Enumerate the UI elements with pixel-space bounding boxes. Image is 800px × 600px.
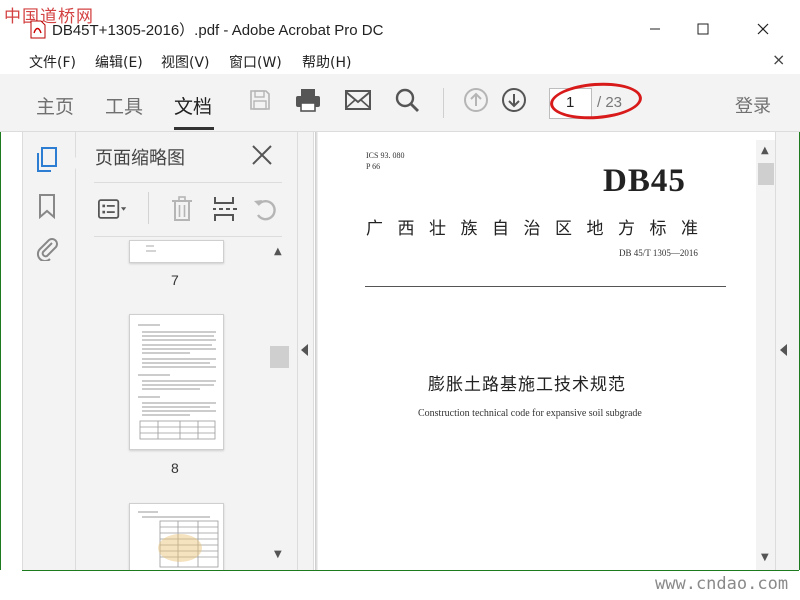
tab-document[interactable]: 文档 [174, 92, 212, 119]
pdf-file-icon [30, 20, 46, 39]
tab-home[interactable]: 主页 [36, 92, 74, 119]
panel-scrollbar[interactable] [270, 240, 289, 570]
doc-title-english: Construction technical code for expansiv… [418, 408, 642, 419]
doc-rule [365, 286, 726, 287]
panel-title: 页面缩略图 [95, 148, 185, 169]
tab-tools[interactable]: 工具 [105, 92, 143, 119]
login-button[interactable]: 登录 [735, 92, 771, 118]
scroll-up-icon[interactable]: ▲ [274, 246, 282, 257]
delete-page-icon[interactable] [167, 194, 197, 224]
toolbar-separator [443, 88, 444, 118]
doc-p-code: P 66 [366, 162, 381, 171]
bottom-border [22, 570, 799, 571]
collapse-left-icon[interactable] [301, 344, 308, 356]
thumbnail-options-icon[interactable] [98, 194, 128, 224]
email-icon[interactable] [344, 86, 372, 114]
window-title: DB45T+1305-2016）.pdf - Adobe Acrobat Pro… [52, 22, 384, 39]
attachment-icon[interactable] [33, 234, 61, 262]
search-icon[interactable] [393, 86, 421, 114]
close-window-button[interactable] [740, 14, 786, 44]
panel-toolbar-separator [148, 192, 149, 224]
split-page-icon[interactable] [210, 194, 240, 224]
doc-scroll-up-icon[interactable]: ▲ [761, 145, 769, 156]
panel-divider [94, 182, 282, 183]
rotate-page-icon[interactable] [250, 194, 280, 224]
document-page[interactable] [314, 132, 756, 570]
next-page-icon[interactable] [500, 86, 528, 114]
doc-title-chinese: 膨胀土路基施工技术规范 [428, 375, 626, 395]
bookmark-icon[interactable] [33, 192, 61, 220]
expand-right-icon[interactable] [780, 344, 787, 356]
maximize-button[interactable] [680, 14, 726, 44]
page-thumbnails-icon[interactable] [33, 146, 61, 174]
thumbnail-label: 8 [171, 460, 179, 476]
scroll-down-icon[interactable]: ▼ [274, 549, 282, 560]
thumbnail-page[interactable] [129, 240, 224, 263]
page-edge [315, 132, 318, 570]
save-icon[interactable] [246, 86, 274, 114]
previous-page-icon[interactable] [462, 86, 490, 114]
doc-standard-code: DB45 [603, 163, 686, 199]
doc-scroll-down-icon[interactable]: ▼ [761, 552, 769, 563]
active-tab-indicator [174, 127, 214, 130]
document-scrollbar[interactable] [756, 140, 775, 570]
thumbnail-label: 7 [171, 272, 179, 288]
thumbnail-page[interactable] [129, 503, 224, 570]
print-icon[interactable] [294, 86, 322, 114]
doc-ics-code: ICS 93. 080 [366, 151, 405, 160]
menu-window[interactable]: 窗口(W) [229, 52, 282, 72]
menu-edit[interactable]: 编辑(E) [95, 52, 143, 72]
doc-standard-number: DB 45/T 1305—2016 [619, 248, 698, 258]
thumbnail-page[interactable] [129, 314, 224, 450]
document-scrollbar-thumb[interactable] [758, 163, 774, 185]
panel-scrollbar-thumb[interactable] [270, 346, 289, 368]
menu-help[interactable]: 帮助(H) [302, 52, 351, 72]
right-pane-expand[interactable] [775, 132, 799, 570]
menu-view[interactable]: 视图(V) [161, 52, 210, 72]
close-panel-icon[interactable] [249, 142, 275, 168]
close-document-button[interactable]: × [772, 50, 785, 69]
minimize-button[interactable] [632, 14, 678, 44]
panel-divider-2 [94, 236, 282, 237]
doc-region-title: 广西壮族自治区地方标准 [366, 219, 713, 239]
watermark-bottom: www.cndao.com [655, 574, 789, 594]
menu-file[interactable]: 文件(F) [29, 52, 76, 72]
